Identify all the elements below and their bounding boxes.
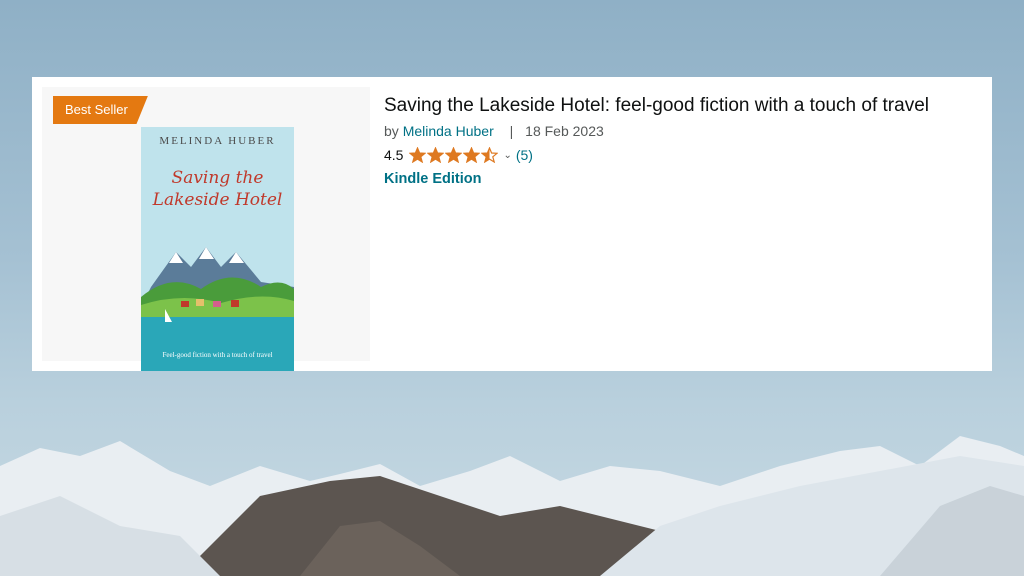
star-icon [481, 147, 499, 163]
best-seller-badge: Best Seller [53, 96, 148, 124]
product-image-area[interactable]: Best Seller MELINDA HUBER Saving the Lak… [42, 87, 370, 371]
star-icon [445, 147, 463, 163]
cover-landscape-illustration [141, 247, 294, 371]
cover-author: MELINDA HUBER [159, 135, 276, 147]
by-prefix: by [384, 123, 399, 139]
rating-row: 4.5 ⌄ (5) [384, 147, 984, 163]
star-rating[interactable] [409, 147, 499, 163]
star-icon [409, 147, 427, 163]
chevron-down-icon[interactable]: ⌄ [503, 150, 511, 161]
review-count-link[interactable]: (5) [516, 147, 533, 163]
product-title-link[interactable]: Saving the Lakeside Hotel: feel-good fic… [384, 95, 984, 117]
author-link[interactable]: Melinda Huber [403, 123, 494, 139]
star-icon [427, 147, 445, 163]
book-cover-image[interactable]: MELINDA HUBER Saving the Lakeside Hotel … [141, 127, 294, 371]
cover-title-line1: Saving the [171, 168, 264, 188]
byline: by Melinda Huber | 18 Feb 2023 [384, 123, 984, 139]
product-card: Best Seller MELINDA HUBER Saving the Lak… [32, 77, 992, 371]
background-mountains-image [0, 436, 1024, 576]
star-icon [463, 147, 481, 163]
product-info: Saving the Lakeside Hotel: feel-good fic… [384, 95, 984, 187]
cover-tagline: Feel-good fiction with a touch of travel [162, 351, 273, 359]
publish-date: 18 Feb 2023 [525, 123, 604, 139]
rating-value: 4.5 [384, 147, 404, 163]
kindle-edition-link[interactable]: Kindle Edition [384, 171, 984, 187]
byline-separator: | [509, 123, 514, 139]
cover-title: Saving the Lakeside Hotel [141, 167, 294, 211]
cover-title-line2: Lakeside Hotel [152, 190, 283, 210]
